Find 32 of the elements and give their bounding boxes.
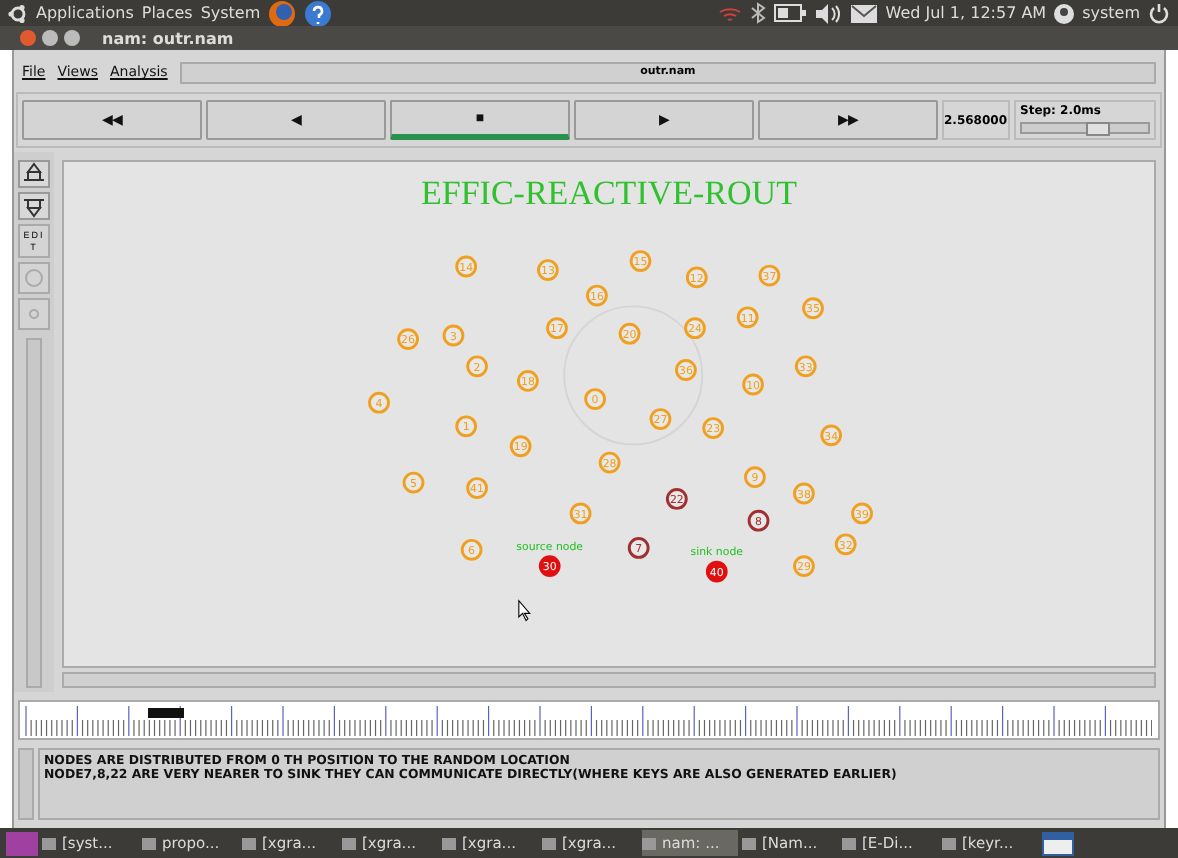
minimize-icon[interactable] (42, 30, 58, 46)
clock[interactable]: Wed Jul 1, 12:57 AM (885, 4, 1047, 22)
zoom-in-icon[interactable] (18, 160, 50, 188)
slider-thumb[interactable] (1085, 122, 1110, 136)
time-marker-icon[interactable] (148, 708, 184, 718)
battery-icon[interactable] (773, 4, 806, 22)
window-icon[interactable] (1042, 831, 1074, 855)
panel-menu[interactable]: Applications (36, 4, 134, 22)
mail-icon[interactable] (849, 3, 878, 23)
timeline[interactable] (18, 700, 1160, 740)
vertical-scrollbar[interactable] (18, 748, 34, 820)
mouse-cursor-icon (517, 599, 530, 622)
ubuntu-logo-icon[interactable] (8, 3, 28, 23)
window-title: nam: outr.nam (102, 29, 234, 47)
zoom-out-icon[interactable] (18, 192, 50, 220)
maximize-icon[interactable] (64, 30, 80, 46)
dot-tool-icon[interactable] (18, 298, 50, 330)
wifi-icon[interactable] (717, 3, 742, 23)
close-icon[interactable] (20, 30, 36, 46)
step-slider[interactable] (1020, 122, 1150, 134)
canvas-title: EFFIC-REACTIVE-ROUT (421, 176, 797, 212)
user-name[interactable]: system (1082, 4, 1140, 22)
power-icon[interactable] (1148, 2, 1170, 24)
vertical-scrollbar[interactable] (26, 338, 42, 688)
help-icon[interactable] (304, 0, 333, 27)
horizontal-scrollbar[interactable] (62, 672, 1156, 688)
panel-menu[interactable]: System (200, 4, 261, 22)
range-circle (562, 305, 703, 446)
user-icon[interactable] (1054, 3, 1075, 23)
volume-icon[interactable] (813, 3, 842, 23)
panel-menu[interactable]: Places (141, 4, 193, 22)
bluetooth-icon[interactable] (749, 2, 766, 24)
